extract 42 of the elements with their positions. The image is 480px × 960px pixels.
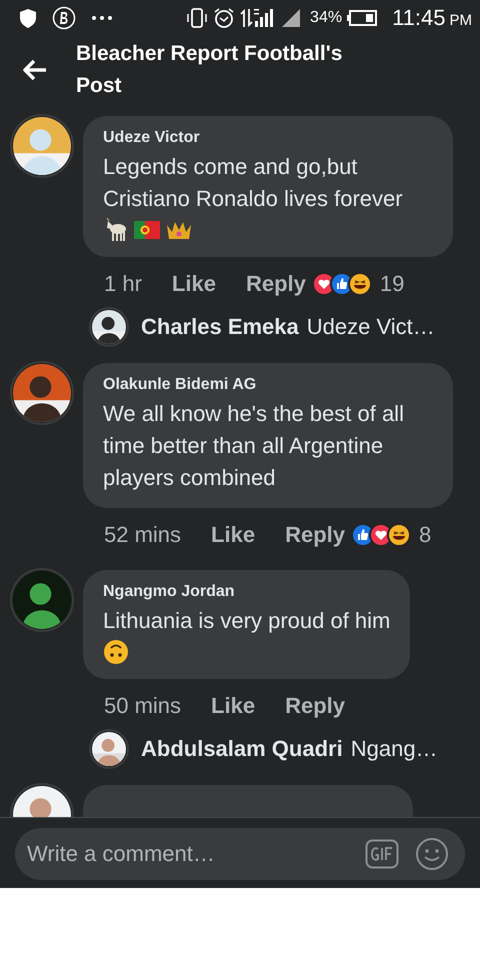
shield-icon — [18, 7, 38, 29]
laughing-face-reaction-icon — [348, 272, 372, 296]
reply-snippet: Udeze Vict… — [306, 314, 435, 340]
gif-icon — [365, 839, 399, 869]
comment-text: Lithuania is very proud of him — [103, 608, 390, 633]
reply-author: Charles Emeka — [141, 314, 299, 340]
upside-down-face-icon — [103, 639, 129, 665]
clock: 11:45 PM — [392, 5, 472, 31]
more-icon — [90, 14, 114, 22]
like-button[interactable]: Like — [172, 271, 216, 297]
like-button[interactable]: Like — [211, 693, 256, 719]
comment-text: Legends come and go,but Cristiano Ronaldo lives forever — [103, 154, 403, 211]
comment-time: 52 mins — [104, 522, 182, 548]
reply-preview[interactable]: Abdulsalam Quadri Ngang… — [83, 729, 438, 773]
comment-time: 1 hr — [104, 271, 142, 297]
reply-preview[interactable]: Charles Emeka Udeze Vict… — [83, 307, 435, 351]
alarm-icon — [213, 7, 236, 29]
reaction-count: 8 — [419, 522, 432, 548]
reply-button[interactable]: Reply — [285, 693, 345, 719]
comment-author[interactable]: Olakunle Bidemi AG — [103, 376, 433, 394]
reply-author: Abdulsalam Quadri — [141, 736, 343, 762]
comment-author[interactable]: Udeze Victor — [103, 129, 433, 147]
comment-input[interactable]: Write a comment… — [25, 840, 349, 868]
battery-percentage: 34% — [310, 9, 342, 27]
reaction-count: 19 — [380, 271, 404, 297]
reply-button[interactable]: Reply — [285, 522, 345, 548]
comment-author[interactable]: Ngangmo Jordan — [103, 583, 390, 601]
vibrate-icon — [186, 7, 208, 29]
back-button[interactable] — [22, 59, 48, 81]
comment-time: 50 mins — [104, 693, 182, 719]
b-circle-icon — [52, 6, 76, 30]
laughing-face-reaction-icon — [387, 523, 411, 547]
post-title: Bleacher Report Football's Post — [76, 41, 344, 99]
battery-icon — [347, 9, 378, 27]
comment-text: We all know he's the best of all time better than all Argentine players combined — [103, 401, 404, 490]
comment-field[interactable]: Write a comment… — [15, 828, 465, 880]
reply-button[interactable]: Reply — [246, 271, 306, 297]
cell-signal-icon — [281, 8, 302, 28]
emoji-icon — [415, 837, 449, 871]
like-button[interactable]: Like — [211, 522, 256, 548]
back-arrow-icon — [22, 59, 48, 81]
reply-snippet: Ngang… — [350, 736, 438, 762]
